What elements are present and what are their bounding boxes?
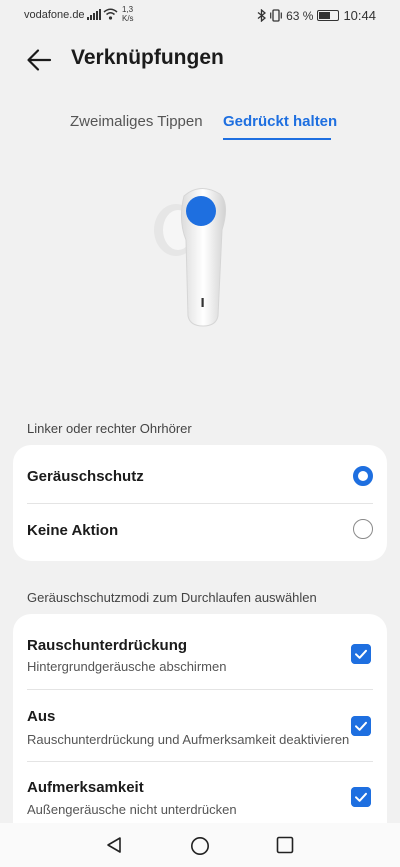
nav-back-icon[interactable] bbox=[105, 836, 123, 854]
option-label: Keine Aktion bbox=[27, 522, 119, 539]
wifi-icon bbox=[103, 8, 118, 20]
clock: 10:44 bbox=[343, 8, 376, 23]
mode-label: Aus bbox=[27, 708, 56, 725]
earbud-illustration bbox=[154, 188, 226, 327]
mode-description: Rauschunterdrückung und Aufmerksamkeit d… bbox=[27, 732, 350, 747]
mode-description: Hintergrundgeräusche abschirmen bbox=[27, 659, 227, 674]
noise-modes-card: Rauschunterdrückung Hintergrundgeräusche… bbox=[13, 614, 387, 844]
bluetooth-icon bbox=[257, 9, 267, 22]
checkbox-icon-checked[interactable] bbox=[351, 716, 371, 736]
touch-point-indicator bbox=[186, 196, 216, 226]
checkbox-icon-checked[interactable] bbox=[351, 787, 371, 807]
tab-indicator bbox=[223, 138, 331, 140]
radio-icon-unselected[interactable] bbox=[353, 519, 373, 539]
network-speed-unit: K/s bbox=[122, 14, 134, 23]
vibrate-icon bbox=[270, 9, 282, 22]
status-bar: vodafone.de 1,3 K/s 63 % 10:44 bbox=[0, 0, 400, 30]
network-speed-value: 1,3 bbox=[122, 5, 134, 14]
radio-icon-selected[interactable] bbox=[353, 466, 373, 486]
mode-label: Aufmerksamkeit bbox=[27, 779, 144, 796]
earbud-action-card: Geräuschschutz Keine Aktion bbox=[13, 445, 387, 561]
mode-noise-cancelling[interactable]: Rauschunterdrückung Hintergrundgeräusche… bbox=[13, 614, 387, 689]
back-arrow-icon[interactable] bbox=[26, 47, 52, 73]
battery-icon bbox=[317, 10, 340, 21]
carrier-name: vodafone.de bbox=[24, 9, 85, 21]
tab-double-tap[interactable]: Zweimaliges Tippen bbox=[70, 113, 203, 130]
nav-home-icon[interactable] bbox=[190, 836, 210, 856]
nav-recents-icon[interactable] bbox=[276, 836, 294, 854]
system-nav-bar bbox=[0, 823, 400, 867]
network-speed: 1,3 K/s bbox=[122, 5, 134, 23]
section-heading-modes: Geräuschschutzmodi zum Durchlaufen auswä… bbox=[27, 590, 317, 605]
mode-description: Außengeräusche nicht unterdrücken bbox=[27, 802, 237, 817]
checkbox-icon-checked[interactable] bbox=[351, 644, 371, 664]
mode-off[interactable]: Aus Rauschunterdrückung und Aufmerksamke… bbox=[13, 689, 387, 761]
section-heading-earbud: Linker oder rechter Ohrhörer bbox=[27, 421, 192, 436]
page-title: Verknüpfungen bbox=[71, 46, 224, 69]
option-label: Geräuschschutz bbox=[27, 468, 144, 485]
signal-icon bbox=[87, 9, 101, 20]
status-right: 63 % 10:44 bbox=[257, 8, 376, 23]
mode-label: Rauschunterdrückung bbox=[27, 637, 188, 654]
option-noise-control[interactable]: Geräuschschutz bbox=[13, 445, 387, 503]
option-no-action[interactable]: Keine Aktion bbox=[13, 503, 387, 561]
battery-percent: 63 % bbox=[286, 8, 314, 23]
tab-press-hold[interactable]: Gedrückt halten bbox=[223, 113, 337, 130]
